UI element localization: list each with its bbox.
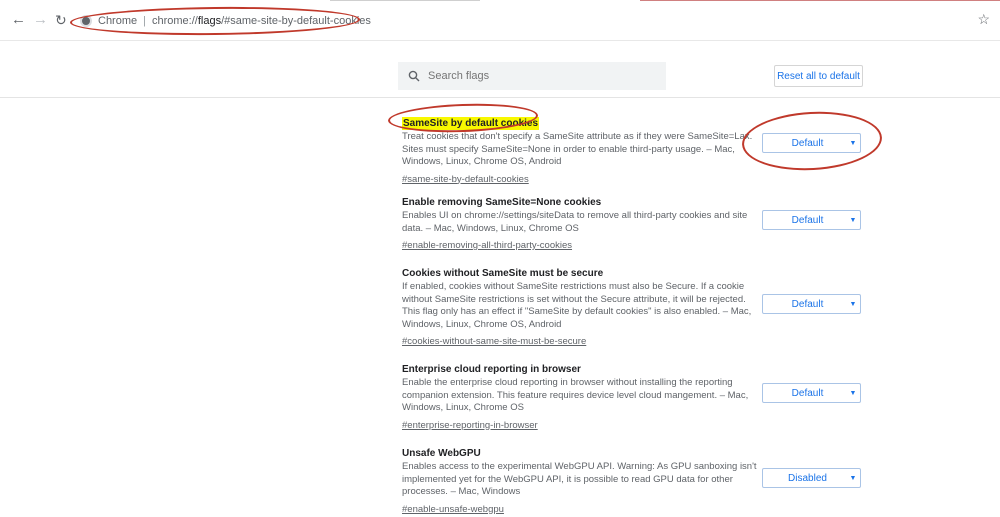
tab-strip-edge-active — [640, 0, 1000, 1]
experiment-unsafe-webgpu: Unsafe WebGPU Enables access to the expe… — [402, 447, 762, 517]
site-label: Chrome — [98, 15, 138, 27]
experiment-select-cookies-without-samesite-secure[interactable]: Default ▼ — [762, 294, 861, 314]
experiment-link[interactable]: #same-site-by-default-cookies — [402, 173, 529, 186]
header-divider — [0, 97, 1000, 98]
url-text[interactable]: chrome://flags/#same-site-by-default-coo… — [152, 15, 371, 27]
dropdown-arrow-icon: ▼ — [849, 216, 857, 224]
experiment-description: Enables UI on chrome://settings/siteData… — [402, 210, 748, 234]
select-value: Default — [791, 387, 824, 399]
experiment-description: Enable the enterprise cloud reporting in… — [402, 377, 749, 413]
search-icon — [408, 70, 420, 82]
tab-strip-edge — [330, 0, 480, 1]
experiment-description: Enables access to the experimental WebGP… — [402, 461, 757, 497]
dropdown-arrow-icon: ▼ — [849, 389, 857, 397]
experiment-samesite-by-default: SameSite by default cookies Treat cookie… — [402, 113, 762, 187]
experiment-link[interactable]: #enable-removing-all-third-party-cookies — [402, 239, 572, 252]
experiment-select-enterprise-cloud-reporting[interactable]: Default ▼ — [762, 383, 861, 403]
select-value: Default — [791, 298, 824, 310]
url-prefix: chrome:// — [151, 15, 198, 27]
experiment-select-samesite-by-default[interactable]: Default ▼ — [762, 133, 861, 153]
experiment-title: SameSite by default cookies — [402, 117, 540, 130]
experiment-enterprise-cloud-reporting: Enterprise cloud reporting in browser En… — [402, 363, 762, 433]
bookmark-star-icon[interactable]: ☆ — [977, 11, 990, 28]
url-host: flags — [197, 15, 222, 27]
select-value: Default — [791, 137, 824, 149]
experiment-link[interactable]: #enable-unsafe-webgpu — [402, 503, 504, 516]
experiment-description: Treat cookies that don't specify a SameS… — [402, 131, 753, 167]
experiment-title: Enterprise cloud reporting in browser — [402, 364, 581, 375]
search-flags-input[interactable] — [426, 69, 650, 83]
experiment-link[interactable]: #enterprise-reporting-in-browser — [402, 419, 538, 432]
experiment-title: Cookies without SameSite must be secure — [402, 268, 604, 279]
back-icon[interactable]: ← — [11, 12, 26, 28]
experiment-enable-removing-samesite-none: Enable removing SameSite=None cookies En… — [402, 196, 762, 253]
reload-icon[interactable]: ↻ — [55, 12, 67, 28]
address-bar[interactable]: Chrome | chrome://flags/#same-site-by-de… — [80, 13, 371, 29]
experiment-cookies-without-samesite-secure: Cookies without SameSite must be secure … — [402, 267, 762, 349]
reset-all-button[interactable]: Reset all to default — [774, 65, 863, 87]
experiment-title: Unsafe WebGPU — [402, 448, 481, 459]
dropdown-arrow-icon: ▼ — [849, 300, 857, 308]
browser-toolbar: ← → ↻ Chrome | chrome://flags/#same-site… — [0, 0, 1000, 40]
experiment-description: If enabled, cookies without SameSite res… — [402, 281, 752, 330]
chrome-site-icon — [80, 15, 92, 27]
search-flags-box[interactable] — [398, 62, 666, 90]
omnibox-separator: | — [143, 15, 146, 27]
experiment-select-enable-removing-samesite-none[interactable]: Default ▼ — [762, 210, 861, 230]
forward-icon[interactable]: → — [33, 12, 48, 28]
toolbar-divider — [0, 40, 1000, 41]
experiment-select-unsafe-webgpu[interactable]: Disabled ▼ — [762, 468, 861, 488]
experiment-title: Enable removing SameSite=None cookies — [402, 197, 602, 208]
experiment-link[interactable]: #cookies-without-same-site-must-be-secur… — [402, 335, 586, 348]
dropdown-arrow-icon: ▼ — [849, 139, 857, 147]
select-value: Disabled — [788, 472, 827, 484]
url-fragment: /#same-site-by-default-cookies — [221, 15, 371, 27]
dropdown-arrow-icon: ▼ — [849, 474, 857, 482]
select-value: Default — [791, 214, 824, 226]
